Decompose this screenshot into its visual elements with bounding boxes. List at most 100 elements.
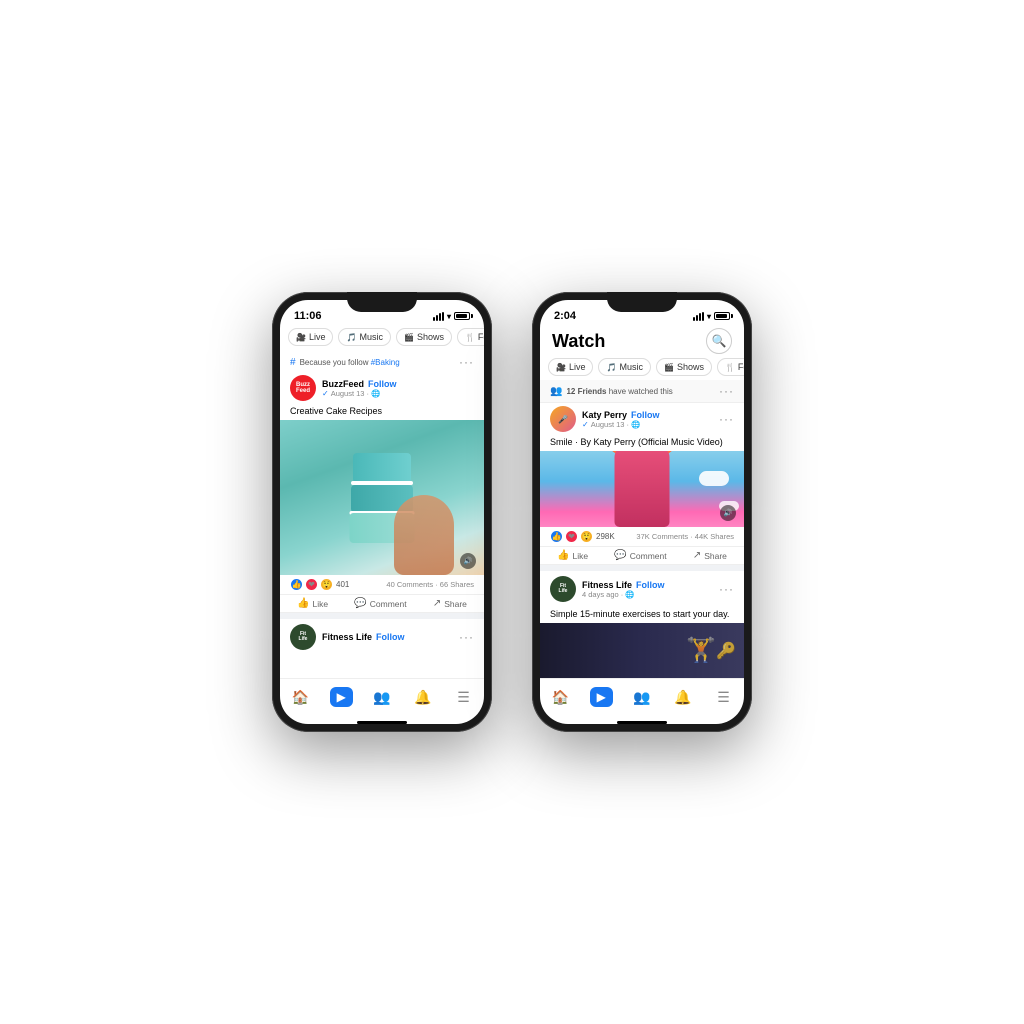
- post-date-katy: August 13: [591, 420, 625, 429]
- fitness-post-text: Simple 15-minute exercises to start your…: [540, 607, 744, 623]
- nav-bell-left[interactable]: 🔔: [409, 685, 437, 709]
- signal-icon: [433, 312, 444, 321]
- reaction-count-buzzfeed: 401: [336, 580, 349, 589]
- reaction-count-katy: 298K: [596, 532, 615, 541]
- hashtag-link[interactable]: #Baking: [371, 358, 400, 367]
- video-thumb-buzzfeed[interactable]: 🔊: [280, 420, 484, 575]
- like-button-buzzfeed[interactable]: 👍 Like: [297, 598, 328, 609]
- tab-live-label-right: Live: [569, 362, 586, 372]
- author-meta-katy: ✓ August 13 · 🌐: [582, 420, 660, 429]
- author-row-buzzfeed: BuzzFeed BuzzFeed Follow ✓ August 13: [280, 372, 484, 404]
- cake-layer-top: [353, 453, 411, 483]
- friends-banner-left: 👥 12 Friends have watched this: [550, 386, 673, 397]
- verified-katy: ✓: [582, 420, 589, 429]
- love-emoji: ❤: [305, 578, 318, 591]
- like-icon: 👍: [297, 598, 309, 609]
- follow-katy[interactable]: Follow: [631, 410, 660, 420]
- search-button[interactable]: 🔍: [706, 328, 732, 354]
- more-dots-buzzfeed[interactable]: ···: [459, 355, 474, 369]
- nav-groups-left[interactable]: 👥: [368, 685, 396, 709]
- author-info-katy: Katy Perry Follow ✓ August 13 · 🌐: [582, 410, 660, 429]
- more-dots-friends[interactable]: ···: [719, 384, 734, 398]
- more-dots-fitness-right[interactable]: ···: [719, 582, 734, 596]
- author-left-buzzfeed: BuzzFeed BuzzFeed Follow ✓ August 13: [290, 375, 397, 401]
- tab-food-right[interactable]: 🍴 Food: [717, 358, 744, 376]
- reaction-left-katy: 👍 ❤ 😲 298K: [550, 530, 615, 543]
- fitness-info-right: Fitness Life Follow 4 days ago · 🌐: [582, 580, 665, 599]
- fitness-name-right[interactable]: Fitness Life: [582, 580, 632, 590]
- tab-shows-left[interactable]: 🎬 Shows: [396, 328, 452, 346]
- video-thumb-katy[interactable]: 🔊: [540, 451, 744, 527]
- emoji-row: 👍 ❤ 😲: [290, 578, 333, 591]
- tab-music-label-left: Music: [359, 332, 383, 342]
- more-dots-katy[interactable]: ···: [719, 412, 734, 426]
- nav-watch-left[interactable]: ▶: [327, 685, 355, 709]
- nav-home-left[interactable]: 🏠: [286, 685, 314, 709]
- time-left: 11:06: [294, 310, 322, 322]
- tab-live-left[interactable]: 🎥 Live: [288, 328, 333, 346]
- fitness-name-row-right: Fitness Life Follow: [582, 580, 665, 590]
- nav-menu-left[interactable]: ☰: [450, 685, 478, 709]
- context-text: Because you follow #Baking: [300, 358, 400, 367]
- tab-music-left[interactable]: 🎵 Music: [338, 328, 390, 346]
- nav-groups-right[interactable]: 👥: [628, 685, 656, 709]
- author-row-fitness-left: FitLife Fitness Life Follow ···: [280, 619, 484, 655]
- katy-body: [615, 451, 670, 527]
- tab-food-label-left: Food: [478, 332, 484, 342]
- like-emoji-katy: 👍: [550, 530, 563, 543]
- tab-food-label-right: Food: [738, 362, 744, 372]
- avatar-fitness-left: FitLife: [290, 624, 316, 650]
- tab-food-left[interactable]: 🍴 Food: [457, 328, 484, 346]
- tab-live-right[interactable]: 🎥 Live: [548, 358, 593, 376]
- share-button-katy[interactable]: ↗ Share: [693, 550, 727, 561]
- fitness-meta-right: 4 days ago · 🌐: [582, 590, 665, 599]
- tab-live-label-left: Live: [309, 332, 326, 342]
- feed-left: # Because you follow #Baking ··· Bu: [280, 350, 484, 678]
- category-tabs-right: 🎥 Live 🎵 Music 🎬 Shows 🍴 Food: [540, 354, 744, 380]
- volume-icon-katy[interactable]: 🔊: [720, 505, 736, 521]
- nav-bell-right[interactable]: 🔔: [669, 685, 697, 709]
- tab-music-label-right: Music: [619, 362, 643, 372]
- comment-count-buzzfeed: 40 Comments: [386, 580, 433, 589]
- author-left-fitness: FitLife Fitness Life Follow: [290, 624, 405, 650]
- wow-emoji: 😲: [320, 578, 333, 591]
- fitness-name-left[interactable]: Fitness Life: [322, 632, 372, 642]
- more-dots-fitness-left[interactable]: ···: [459, 630, 474, 644]
- notch: [347, 292, 417, 312]
- context-left-side: # Because you follow #Baking: [290, 357, 400, 368]
- hand-visual: [394, 495, 454, 575]
- wifi-icon: ▾: [447, 312, 451, 321]
- follow-fitness-left[interactable]: Follow: [376, 632, 405, 642]
- comment-button-buzzfeed[interactable]: 💬 Comment: [354, 598, 406, 609]
- home-indicator-left: [357, 721, 407, 724]
- tab-shows-right[interactable]: 🎬 Shows: [656, 358, 712, 376]
- author-name-buzzfeed[interactable]: BuzzFeed: [322, 379, 364, 389]
- nav-menu-right[interactable]: ☰: [710, 685, 738, 709]
- share-label-katy: Share: [704, 551, 727, 561]
- fitness-thumb[interactable]: 🏋️ 🔑: [540, 623, 744, 678]
- share-label: Share: [444, 599, 467, 609]
- volume-icon-buzzfeed[interactable]: 🔊: [460, 553, 476, 569]
- dumbbell-icon: 🏋️: [686, 636, 716, 665]
- reactions-buzzfeed: 👍 ❤ 😲 401 40 Comments · 66 Shares: [280, 575, 484, 594]
- fitness-info-left: Fitness Life Follow: [322, 632, 405, 642]
- author-info-buzzfeed: BuzzFeed Follow ✓ August 13 · 🌐: [322, 379, 397, 398]
- shows-icon-right: 🎬: [664, 363, 674, 372]
- status-icons-right: ▾: [693, 312, 730, 321]
- share-button-buzzfeed[interactable]: ↗ Share: [433, 598, 467, 609]
- action-row-katy: 👍 Like 💬 Comment ↗ Share: [540, 546, 744, 565]
- author-name-row: BuzzFeed Follow: [322, 379, 397, 389]
- context-label: Because you follow: [300, 358, 369, 367]
- tab-music-right[interactable]: 🎵 Music: [598, 358, 650, 376]
- like-button-katy[interactable]: 👍 Like: [557, 550, 588, 561]
- follow-fitness-right[interactable]: Follow: [636, 580, 665, 590]
- post-title-katy: Smile · By Katy Perry (Official Music Vi…: [540, 435, 744, 451]
- nav-watch-right[interactable]: ▶: [587, 685, 615, 709]
- fitness-post-right: FitLife Fitness Life Follow 4 days ago ·: [540, 571, 744, 678]
- home-indicator-right: [617, 721, 667, 724]
- author-name-katy[interactable]: Katy Perry: [582, 410, 627, 420]
- share-icon: ↗: [433, 598, 441, 609]
- nav-home-right[interactable]: 🏠: [546, 685, 574, 709]
- follow-buzzfeed[interactable]: Follow: [368, 379, 397, 389]
- comment-button-katy[interactable]: 💬 Comment: [614, 550, 666, 561]
